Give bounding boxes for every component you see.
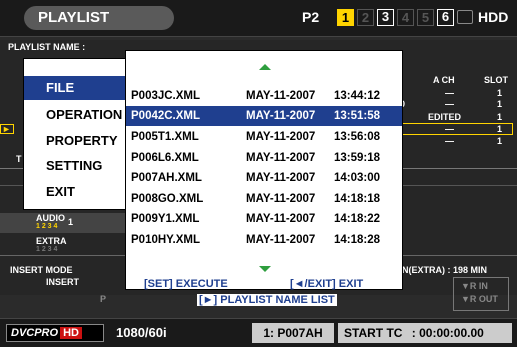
main-menu: FILE OPERATION PROPERTY SETTING EXIT (23, 58, 137, 210)
file-date: MAY-11-2007 (246, 90, 316, 102)
slot-value: 1 (497, 136, 503, 146)
file-row[interactable]: P008GO.XML MAY-11-2007 14:18:18 (126, 189, 402, 209)
exit-hint: [◄/EXIT] EXIT (290, 278, 364, 290)
codec-label: DVCPRO (11, 327, 59, 339)
playlist-name-list-hint: [►] PLAYLIST NAME LIST (197, 294, 337, 306)
p-label: P (100, 294, 107, 304)
slot-header: SLOT (484, 75, 508, 85)
audio-value: 1 (68, 217, 74, 227)
file-row[interactable]: P005T1.XML MAY-11-2007 13:56:08 (126, 127, 402, 147)
hd-badge: HD (60, 327, 82, 339)
a-ch-value: — (445, 88, 454, 98)
playlist-name-label: PLAYLIST NAME : (8, 42, 86, 52)
file-date: MAY-11-2007 (246, 172, 316, 184)
audio-label: AUDIO (36, 213, 65, 223)
slot-1-indicator: 1 (337, 9, 354, 26)
file-date: MAY-11-2007 (246, 152, 316, 164)
slot-value: 1 (497, 99, 503, 109)
file-date: MAY-11-2007 (246, 193, 316, 205)
a-ch-value: — (445, 136, 454, 146)
slot-3-indicator: 3 (377, 9, 394, 26)
screen-title: PLAYLIST (24, 6, 174, 30)
file-row[interactable]: P003JC.XML MAY-11-2007 13:44:12 (126, 86, 402, 106)
video-format: 1080/60i (116, 325, 167, 340)
audio-channels: 1 2 3 4 (36, 223, 58, 230)
menu-item-setting[interactable]: SETTING (24, 154, 136, 178)
file-name: P009Y1.XML (131, 213, 200, 225)
slot-4-indicator: 4 (397, 9, 414, 26)
top-bar: PLAYLIST P2 1 2 3 4 5 6 HDD (0, 0, 517, 37)
file-name: P003JC.XML (131, 90, 201, 102)
set-execute-hint: [SET] EXECUTE (144, 278, 228, 290)
file-row[interactable]: P010HY.XML MAY-11-2007 14:18:28 (126, 230, 402, 250)
r-out-label: ▼R OUT (461, 294, 498, 304)
file-date: MAY-11-2007 (246, 131, 316, 143)
insert-mode-label: INSERT MODE (10, 265, 73, 275)
file-time: 13:56:08 (334, 131, 381, 143)
a-ch-header: A CH (433, 75, 455, 85)
file-time: 13:44:12 (334, 90, 381, 102)
file-row[interactable]: P009Y1.XML MAY-11-2007 14:18:22 (126, 209, 402, 229)
start-tc-value: : 00:00:00.00 (411, 326, 484, 340)
play-marker-icon: ► (2, 124, 11, 134)
file-select-dialog: P003JC.XML MAY-11-2007 13:44:12 P0042C.X… (125, 50, 403, 290)
file-date: MAY-11-2007 (246, 234, 316, 246)
start-tc-box: START TC : 00:00:00.00 (338, 323, 512, 343)
playlist-screen: PLAYLIST P2 1 2 3 4 5 6 HDD PLAYLIST NAM… (0, 0, 517, 347)
file-name: P005T1.XML (131, 131, 199, 143)
slot-5-indicator: 5 (417, 9, 434, 26)
a-ch-value: — (445, 124, 454, 134)
codec-badge: DVCPRO HD (6, 324, 104, 342)
slot-value: 1 (497, 88, 503, 98)
file-date: MAY-11-2007 (246, 110, 316, 122)
file-time: 14:18:28 (334, 234, 381, 246)
a-ch-value: — (445, 99, 454, 109)
file-time: 13:51:58 (334, 110, 381, 122)
slot-2-indicator: 2 (357, 9, 374, 26)
file-row-selected[interactable]: P0042C.XML MAY-11-2007 13:51:58 (126, 106, 402, 126)
extra-channels: 1 2 3 4 (36, 246, 58, 253)
track-t-label: T (16, 154, 22, 164)
file-name: P010HY.XML (131, 234, 201, 246)
file-row[interactable]: P006L6.XML MAY-11-2007 13:59:18 (126, 148, 402, 168)
remain-time: N(EXTRA) : 198 MIN (402, 265, 488, 275)
file-row[interactable]: P007AH.XML MAY-11-2007 14:03:00 (126, 168, 402, 188)
hdd-label: HDD (478, 9, 509, 25)
card-type-label: P2 (302, 9, 320, 25)
r-in-label: ▼R IN (461, 281, 488, 291)
start-tc-label: START TC (344, 326, 403, 340)
file-time: 14:18:22 (334, 213, 381, 225)
menu-item-operation[interactable]: OPERATION (24, 103, 136, 127)
file-name: P006L6.XML (131, 152, 199, 164)
file-time: 13:59:18 (334, 152, 381, 164)
menu-item-file[interactable]: FILE (24, 76, 136, 100)
current-clip: 1: P007AH (252, 323, 334, 343)
extra-label: EXTRA (36, 236, 67, 246)
insert-mode-value: INSERT (46, 277, 80, 287)
menu-item-property[interactable]: PROPERTY (24, 129, 136, 153)
menu-item-exit[interactable]: EXIT (24, 180, 136, 204)
file-date: MAY-11-2007 (246, 213, 316, 225)
edited-label: EDITED (428, 112, 462, 122)
slot-value: 1 (497, 112, 503, 122)
file-name: P007AH.XML (131, 172, 202, 184)
scroll-down-arrow-icon[interactable] (259, 266, 271, 272)
file-time: 14:18:18 (334, 193, 381, 205)
hdd-icon (457, 10, 473, 24)
status-bar: DVCPRO HD 1080/60i 1: P007AH START TC : 0… (0, 318, 517, 347)
file-time: 14:03:00 (334, 172, 381, 184)
scroll-up-arrow-icon[interactable] (259, 64, 271, 70)
slot-6-indicator: 6 (437, 9, 454, 26)
file-name: P008GO.XML (131, 193, 204, 205)
slot-value: 1 (497, 124, 503, 134)
file-name: P0042C.XML (131, 110, 201, 122)
